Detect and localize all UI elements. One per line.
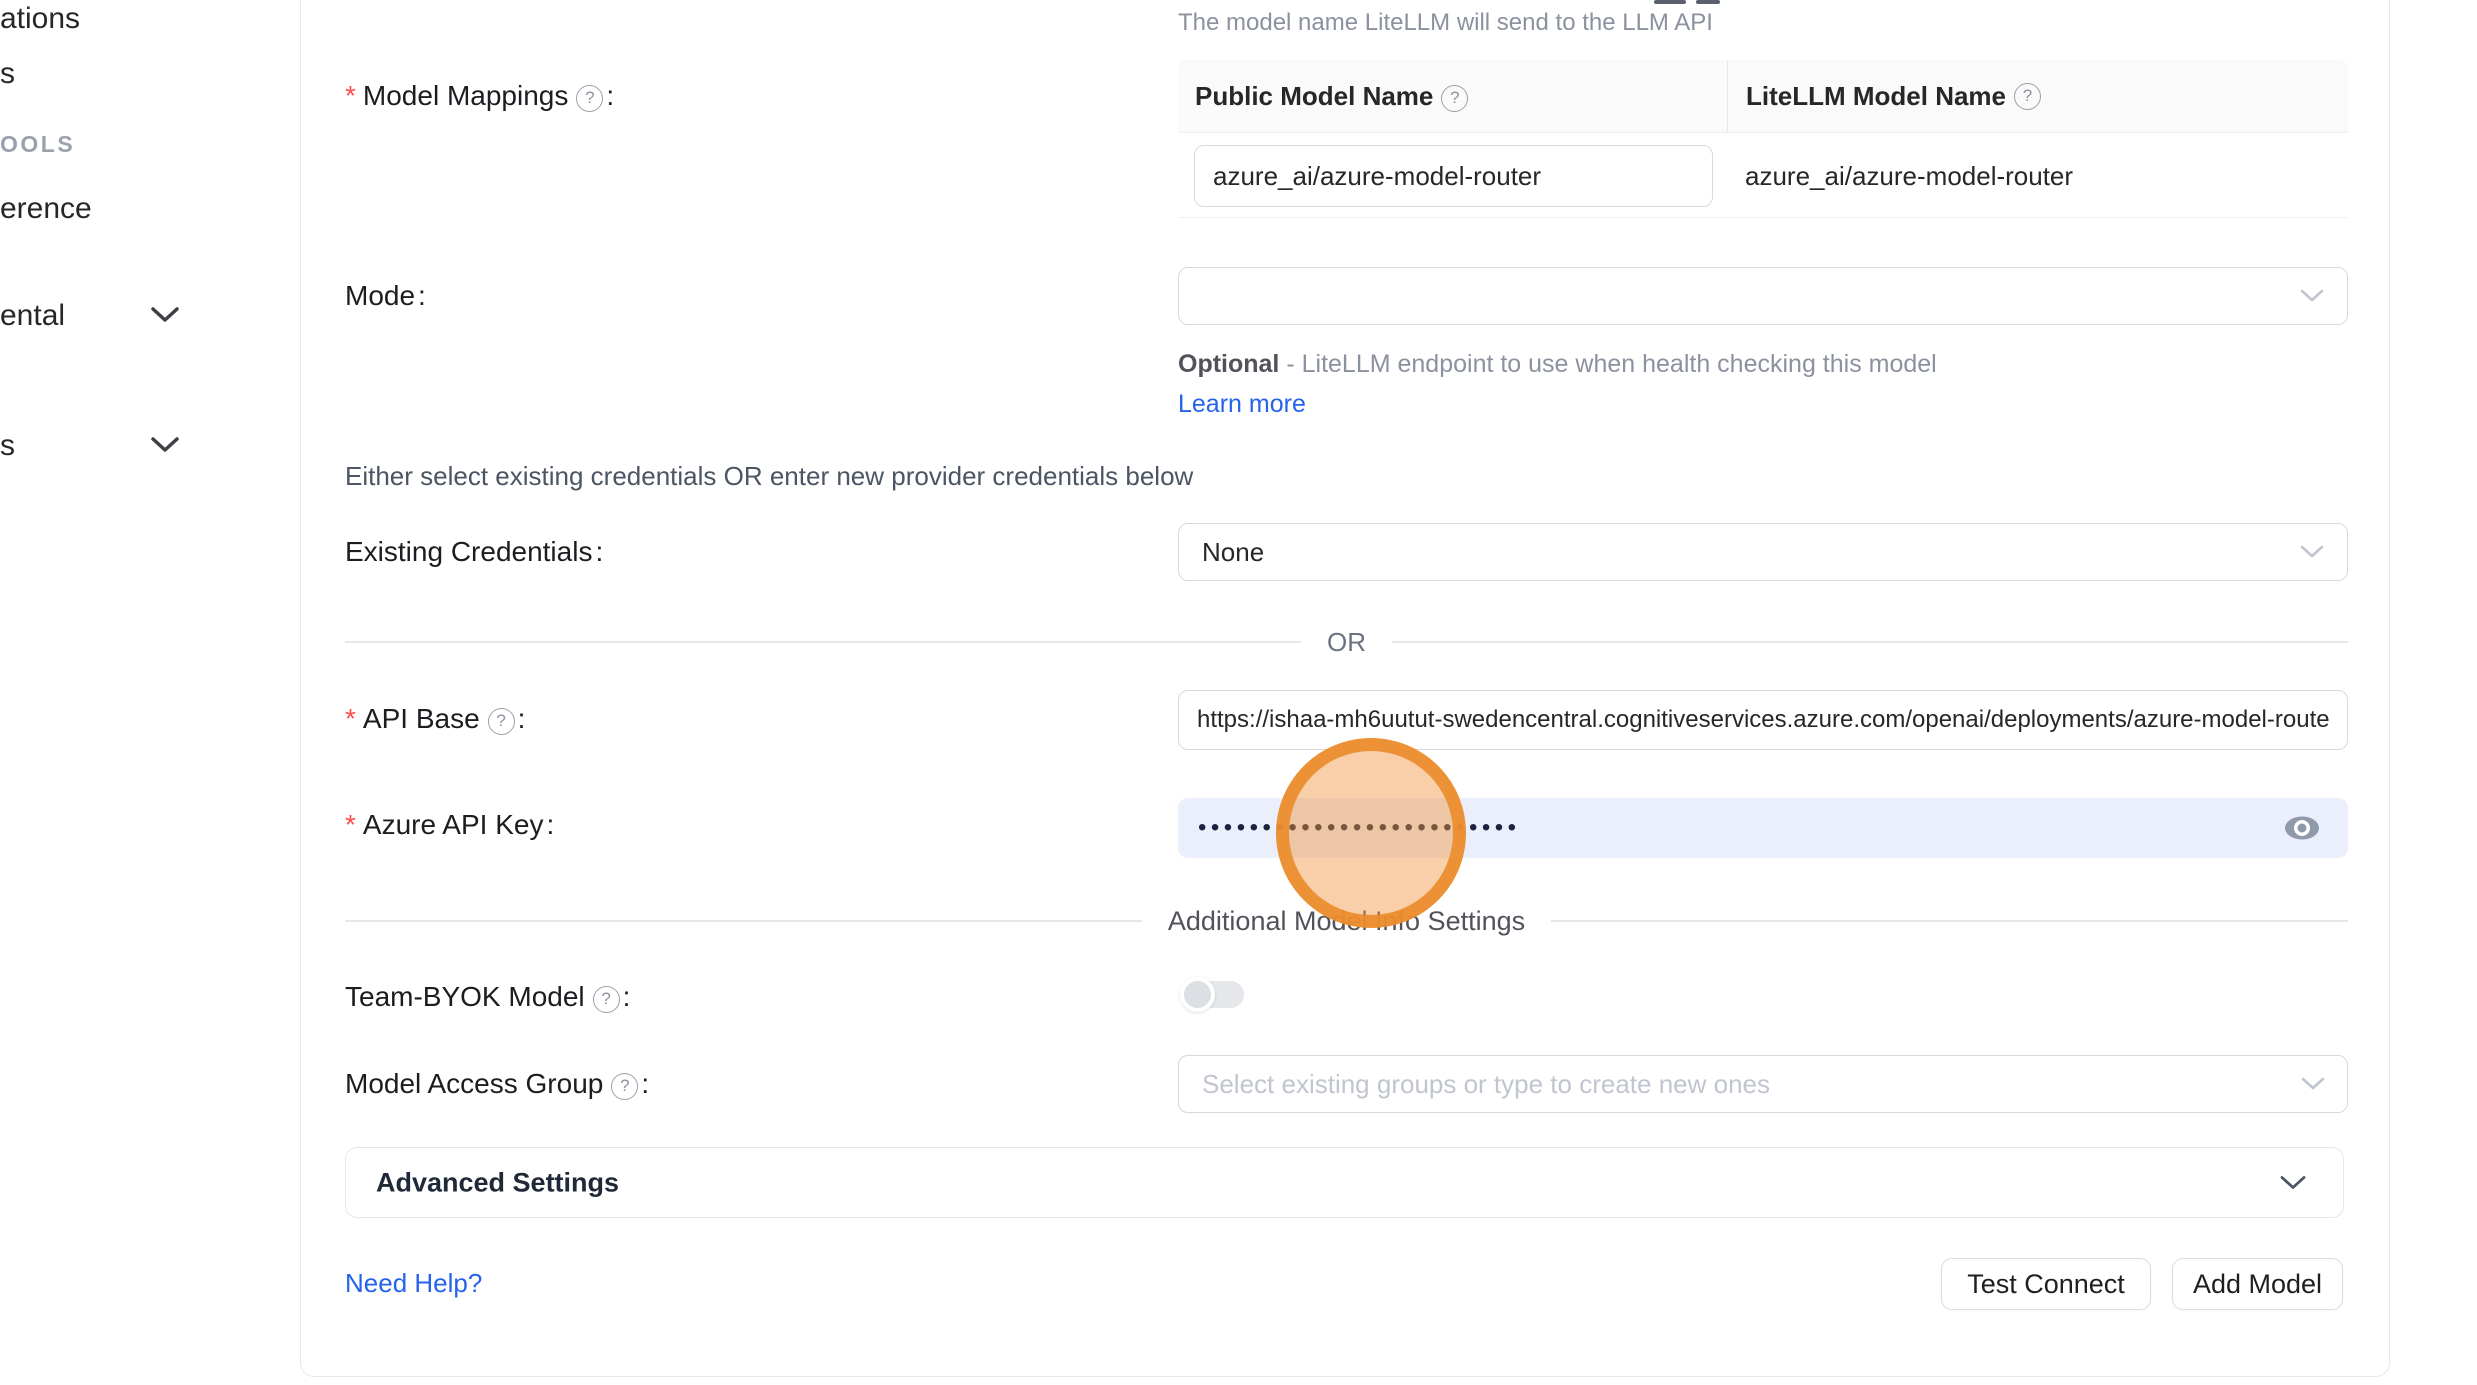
- help-icon[interactable]: ?: [611, 1073, 638, 1100]
- help-icon[interactable]: ?: [593, 986, 620, 1013]
- required-marker: *: [345, 703, 356, 734]
- public-model-name-input[interactable]: [1194, 145, 1713, 207]
- required-marker: *: [345, 80, 356, 111]
- model-access-group-label: Model Access Group?:: [345, 1069, 649, 1100]
- add-model-page: ations s OOLS erence ental s The model n…: [0, 0, 2477, 1385]
- table-row: azure_ai/azure-model-router: [1178, 133, 2348, 218]
- add-model-button[interactable]: Add Model: [2172, 1258, 2343, 1310]
- need-help-link[interactable]: Need Help?: [345, 1268, 482, 1299]
- additional-settings-divider: Additional Model Info Settings: [345, 901, 2348, 941]
- existing-credentials-label: Existing Credentials:: [345, 537, 603, 567]
- chevron-down-icon[interactable]: [150, 306, 180, 324]
- sidebar-item-clipped-5[interactable]: s: [0, 429, 15, 463]
- litellm-model-name-header: LiteLLM Model Name: [1746, 81, 2006, 112]
- sidebar-item-clipped-2[interactable]: s: [0, 57, 15, 91]
- add-model-form-card: The model name LiteLLM will send to the …: [300, 0, 2390, 1377]
- mode-helper-text: Optional - LiteLLM endpoint to use when …: [1178, 344, 1990, 424]
- api-base-input[interactable]: https://ishaa-mh6uutut-swedencentral.cog…: [1178, 690, 2348, 750]
- model-mappings-label: *Model Mappings?:: [345, 81, 614, 112]
- chevron-down-icon: [2299, 288, 2325, 304]
- clipped-text-fragment: [1696, 0, 1720, 4]
- masked-password-value: •••••••••••••••••••••••••: [1198, 814, 1521, 842]
- help-icon[interactable]: ?: [576, 85, 603, 112]
- credentials-note: Either select existing credentials OR en…: [345, 460, 1193, 492]
- model-mappings-table: Public Model Name? LiteLLM Model Name? a…: [1178, 60, 2348, 218]
- help-icon[interactable]: ?: [2014, 83, 2041, 110]
- azure-api-key-input[interactable]: •••••••••••••••••••••••••: [1178, 798, 2348, 858]
- chevron-down-icon: [2300, 1076, 2326, 1092]
- model-access-group-input[interactable]: [1178, 1055, 2348, 1113]
- test-connect-button[interactable]: Test Connect: [1941, 1258, 2151, 1310]
- help-icon[interactable]: ?: [1441, 85, 1468, 112]
- or-divider: OR: [345, 622, 2348, 662]
- help-icon[interactable]: ?: [488, 708, 515, 735]
- sidebar-item-clipped-1[interactable]: ations: [0, 2, 80, 36]
- sidebar-item-clipped-4[interactable]: ental: [0, 299, 65, 333]
- toggle-knob: [1180, 977, 1215, 1012]
- sidebar: ations s OOLS erence ental s: [0, 0, 300, 1385]
- eye-icon[interactable]: [2282, 813, 2322, 843]
- sidebar-section-tools: OOLS: [0, 131, 75, 158]
- mode-select[interactable]: [1178, 267, 2348, 325]
- azure-api-key-label: *Azure API Key:: [345, 810, 554, 840]
- clipped-text-fragment: [1654, 0, 1686, 4]
- api-base-label: *API Base?:: [345, 704, 525, 735]
- chevron-down-icon: [2299, 544, 2325, 560]
- advanced-settings-panel[interactable]: Advanced Settings: [345, 1147, 2344, 1218]
- required-marker: *: [345, 809, 356, 840]
- existing-credentials-select[interactable]: None: [1178, 523, 2348, 581]
- team-byok-label: Team-BYOK Model?:: [345, 982, 630, 1013]
- chevron-down-icon[interactable]: [150, 436, 180, 454]
- public-model-name-header: Public Model Name: [1195, 81, 1433, 111]
- sidebar-item-clipped-3[interactable]: erence: [0, 192, 92, 226]
- advanced-settings-label: Advanced Settings: [376, 1167, 619, 1198]
- table-header-row: Public Model Name? LiteLLM Model Name?: [1178, 60, 2348, 133]
- team-byok-toggle[interactable]: [1183, 981, 1244, 1008]
- chevron-down-icon: [2279, 1174, 2307, 1191]
- litellm-model-name-value: azure_ai/azure-model-router: [1745, 161, 2073, 192]
- learn-more-link[interactable]: Learn more: [1178, 390, 1306, 418]
- optional-badge: Optional: [1178, 350, 1279, 378]
- model-name-helper-text: The model name LiteLLM will send to the …: [1178, 8, 1713, 38]
- mode-label: Mode:: [345, 281, 426, 311]
